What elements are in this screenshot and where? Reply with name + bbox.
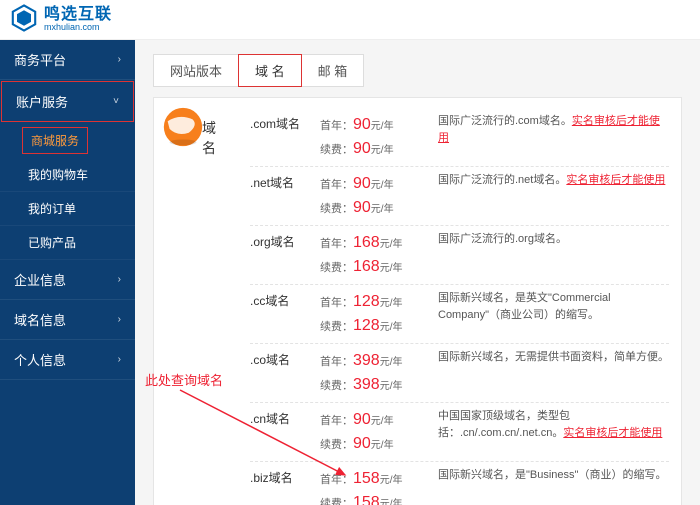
- domain-desc: 国际新兴域名，是"Business"（商业）的缩写。: [438, 467, 669, 484]
- domain-ext: .cn域名: [250, 408, 312, 427]
- logo-text-en: mxhulian.com: [44, 23, 112, 32]
- domain-row: .biz域名首年：158元/年续费：158元/年国际新兴域名，是"Busines…: [250, 462, 669, 505]
- verify-link[interactable]: 实名审核后才能使用: [566, 174, 665, 186]
- domain-ext: .org域名: [250, 231, 312, 250]
- sidebar-subitem[interactable]: 已购产品: [0, 226, 135, 260]
- tab[interactable]: 域 名: [238, 54, 302, 87]
- domain-desc: 国际新兴域名，是英文"Commercial Company"（商业公司）的缩写。: [438, 290, 669, 323]
- domain-ext: .biz域名: [250, 467, 312, 486]
- sidebar-item[interactable]: 域名信息›: [0, 300, 135, 340]
- domain-price: 首年：90元/年续费：90元/年: [320, 172, 430, 220]
- tabs: 网站版本域 名邮 箱: [153, 54, 682, 87]
- globe-block: 域名: [160, 104, 206, 153]
- domain-desc: 中国国家顶级域名，类型包括：.cn/.com.cn/.net.cn。实名审核后才…: [438, 408, 669, 441]
- domain-ext: .cc域名: [250, 290, 312, 309]
- domain-price: 首年：398元/年续费：398元/年: [320, 349, 430, 397]
- domain-row: .com域名首年：90元/年续费：90元/年国际广泛流行的.com域名。实名审核…: [250, 108, 669, 167]
- chevron-icon: ˅: [113, 96, 119, 107]
- sidebar-item[interactable]: 企业信息›: [0, 260, 135, 300]
- logo[interactable]: 鸣选互联 mxhulian.com: [10, 4, 112, 35]
- domain-row: .cn域名首年：90元/年续费：90元/年中国国家顶级域名，类型包括：.cn/.…: [250, 403, 669, 462]
- domain-ext: .com域名: [250, 113, 312, 132]
- domain-price: 首年：168元/年续费：168元/年: [320, 231, 430, 279]
- domain-price: 首年：90元/年续费：90元/年: [320, 113, 430, 161]
- domain-ext: .co域名: [250, 349, 312, 368]
- domain-price: 首年：128元/年续费：128元/年: [320, 290, 430, 338]
- domain-desc: 国际广泛流行的.net域名。实名审核后才能使用: [438, 172, 669, 189]
- domain-row: .org域名首年：168元/年续费：168元/年国际广泛流行的.org域名。: [250, 226, 669, 285]
- sidebar-subitem[interactable]: 商城服务: [22, 127, 88, 154]
- domain-desc: 国际新兴域名，无需提供书面资料，简单方便。: [438, 349, 669, 366]
- sidebar-item[interactable]: 账户服务˅: [1, 81, 134, 122]
- sidebar-item[interactable]: 商务平台›: [0, 40, 135, 80]
- logo-text-cn: 鸣选互联: [44, 7, 112, 23]
- domain-desc: 国际广泛流行的.com域名。实名审核后才能使用: [438, 113, 669, 146]
- domain-row: .co域名首年：398元/年续费：398元/年国际新兴域名，无需提供书面资料，简…: [250, 344, 669, 403]
- domain-price: 首年：158元/年续费：158元/年: [320, 467, 430, 505]
- domain-ext: .net域名: [250, 172, 312, 191]
- tab[interactable]: 网站版本: [153, 54, 239, 87]
- domain-row: .net域名首年：90元/年续费：90元/年国际广泛流行的.net域名。实名审核…: [250, 167, 669, 226]
- verify-link[interactable]: 实名审核后才能使用: [563, 427, 662, 439]
- verify-link[interactable]: 实名审核后才能使用: [438, 115, 660, 144]
- chevron-icon: ›: [118, 274, 121, 285]
- main-content: 网站版本域 名邮 箱 域名 .com域名首年：90元/年续费：90元/年国际广泛…: [135, 40, 700, 505]
- sidebar-item[interactable]: 个人信息›: [0, 340, 135, 380]
- domain-panel: 域名 .com域名首年：90元/年续费：90元/年国际广泛流行的.com域名。实…: [153, 97, 682, 505]
- sidebar-subitem[interactable]: 我的购物车: [0, 158, 135, 192]
- domain-desc: 国际广泛流行的.org域名。: [438, 231, 669, 248]
- sidebar: 商务平台›账户服务˅ 商城服务我的购物车我的订单已购产品企业信息›域名信息›个人信…: [0, 40, 135, 505]
- domain-row: .cc域名首年：128元/年续费：128元/年国际新兴域名，是英文"Commer…: [250, 285, 669, 344]
- logo-icon: [10, 4, 38, 35]
- domain-price: 首年：90元/年续费：90元/年: [320, 408, 430, 456]
- tab[interactable]: 邮 箱: [301, 54, 365, 87]
- header: 鸣选互联 mxhulian.com: [0, 0, 700, 40]
- chevron-icon: ›: [118, 354, 121, 365]
- chevron-icon: ›: [118, 54, 121, 65]
- sidebar-subitem[interactable]: 我的订单: [0, 192, 135, 226]
- chevron-icon: ›: [118, 314, 121, 325]
